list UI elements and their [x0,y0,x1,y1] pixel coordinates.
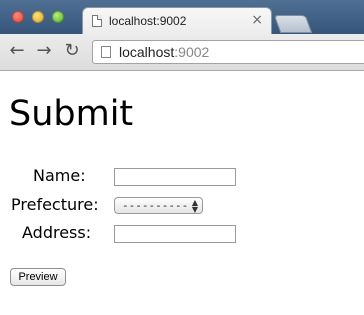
select-arrows-icon: ▲ ▼ [191,198,198,214]
close-window-button[interactable] [12,11,24,23]
name-field[interactable] [114,168,236,186]
browser-titlebar: localhost:9002 × [0,0,364,35]
page-title: Submit [9,94,134,134]
prefecture-selected-value: ---------- [122,199,189,212]
address-bar[interactable]: localhost:9002 [92,40,364,64]
page-icon [101,46,111,58]
tab-title: localhost:9002 [109,14,187,28]
address-field[interactable] [114,225,236,243]
address-label: Address: [22,223,92,242]
new-tab-button[interactable] [273,15,313,33]
forward-icon[interactable]: → [34,40,54,62]
page-icon [92,15,102,27]
prefecture-select[interactable]: ---------- ▲ ▼ [114,197,203,214]
prefecture-label: Prefecture: [11,195,99,214]
minimize-window-button[interactable] [32,11,44,23]
address-bar-url: localhost:9002 [119,44,209,60]
name-label: Name: [33,166,86,185]
close-tab-icon[interactable]: × [251,12,263,28]
reload-icon[interactable]: ↻ [62,40,82,62]
url-host: localhost [119,44,175,60]
browser-toolbar: ← → ↻ localhost:9002 [0,34,364,71]
preview-button[interactable]: Preview [10,268,66,286]
url-port: :9002 [174,44,210,60]
back-icon[interactable]: ← [7,40,27,62]
zoom-window-button[interactable] [52,11,64,23]
browser-tab[interactable]: localhost:9002 × [82,7,272,35]
